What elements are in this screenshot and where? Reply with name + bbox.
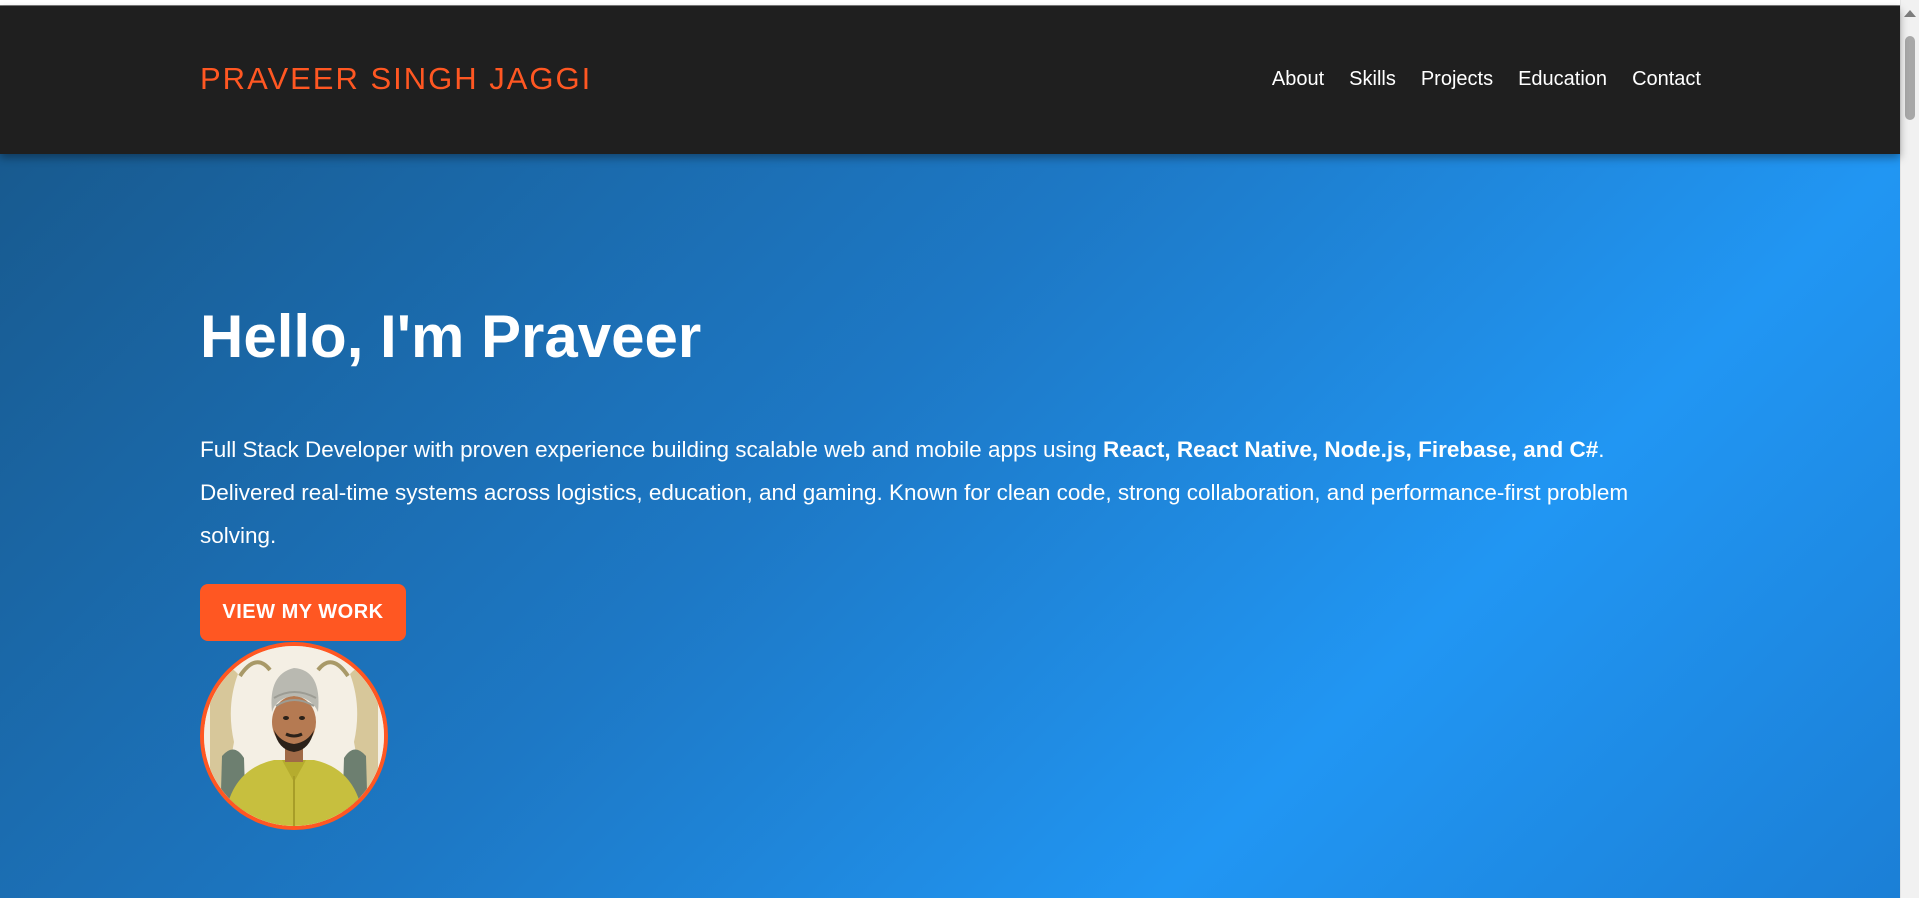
hero-description-intro: Full Stack Developer with proven experie…	[200, 437, 1104, 462]
nav-link-about[interactable]: About	[1272, 68, 1324, 91]
nav-link-skills[interactable]: Skills	[1349, 68, 1396, 91]
hero-description-tech: React, React Native, Node.js, Firebase, …	[1103, 437, 1599, 462]
hero-description: Full Stack Developer with proven experie…	[200, 428, 1690, 557]
page-viewport: PRAVEER SINGH JAGGI About Skills Project…	[0, 0, 1919, 898]
profile-photo-illustration	[204, 646, 384, 826]
page-scrollbar[interactable]	[1900, 0, 1919, 898]
triangle-up-icon[interactable]	[1904, 10, 1916, 17]
brand-logo-text[interactable]: PRAVEER SINGH JAGGI	[200, 61, 592, 97]
profile-avatar	[200, 642, 388, 830]
view-my-work-button[interactable]: VIEW MY WORK	[200, 584, 406, 641]
nav-link-education[interactable]: Education	[1518, 68, 1607, 91]
main-nav: About Skills Projects Education Contact	[1272, 68, 1701, 91]
hero-section: Hello, I'm Praveer Full Stack Developer …	[0, 154, 1900, 898]
nav-link-contact[interactable]: Contact	[1632, 68, 1701, 91]
hero-title: Hello, I'm Praveer	[200, 303, 702, 370]
nav-link-projects[interactable]: Projects	[1421, 68, 1493, 91]
site-header: PRAVEER SINGH JAGGI About Skills Project…	[0, 6, 1900, 154]
scrollbar-thumb[interactable]	[1905, 36, 1915, 120]
